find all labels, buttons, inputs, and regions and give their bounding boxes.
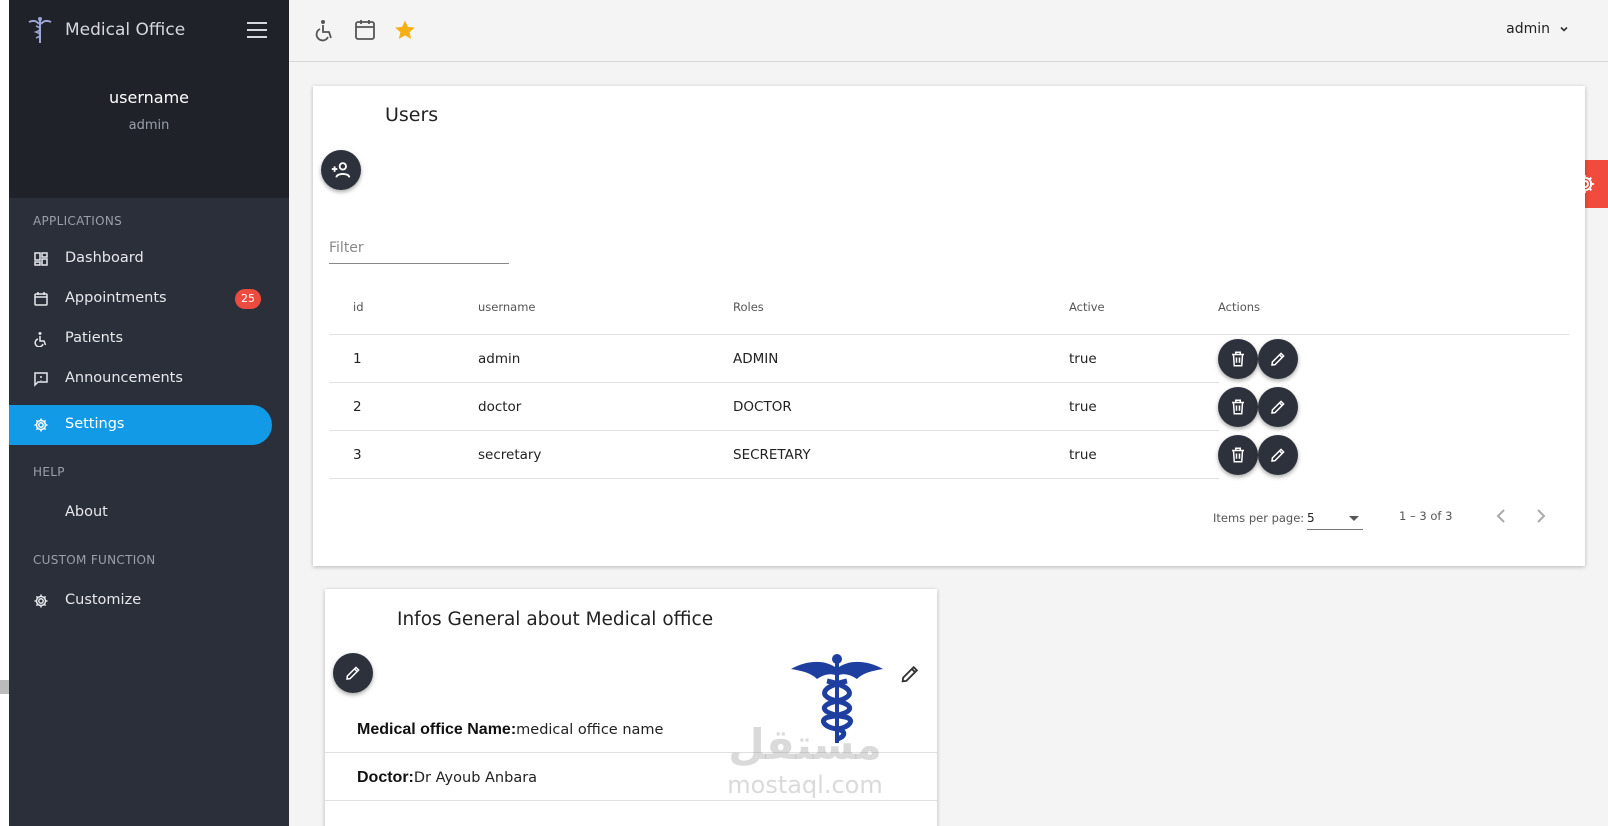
sidebar-item-label: Patients xyxy=(65,330,124,346)
add-user-icon xyxy=(331,162,351,178)
dashboard-icon xyxy=(34,252,48,266)
trash-icon xyxy=(1232,351,1244,367)
column-header-roles[interactable]: Roles xyxy=(733,300,764,314)
users-card: Users id username Roles Active Actions 1… xyxy=(313,86,1585,566)
sidebar-item-label: Settings xyxy=(65,416,125,432)
cell-username: doctor xyxy=(478,399,522,415)
items-per-page-label: Items per page: xyxy=(1213,511,1305,525)
column-header-username[interactable]: username xyxy=(478,300,536,314)
sidebar-item-about[interactable]: About xyxy=(9,493,272,533)
star-icon[interactable] xyxy=(393,18,417,42)
sidebar-item-label: Customize xyxy=(65,592,142,608)
office-info-card: Infos General about Medical office Medic… xyxy=(325,589,937,826)
page-size-select[interactable]: 5 xyxy=(1307,504,1363,530)
top-toolbar: admin xyxy=(289,0,1608,62)
delete-user-button[interactable] xyxy=(1218,435,1258,475)
column-header-actions: Actions xyxy=(1218,300,1261,314)
info-row-office-name: Medical office Name:medical office name xyxy=(325,705,937,753)
sidebar: Medical Office username admin APPLICATIO… xyxy=(0,0,289,826)
cell-active: true xyxy=(1069,399,1097,415)
sidebar-item-announcements[interactable]: Announcements xyxy=(9,359,272,399)
section-title-help: HELP xyxy=(33,465,65,479)
doctor-label: Doctor: xyxy=(357,769,414,786)
delete-user-button[interactable] xyxy=(1218,387,1258,427)
next-page-button[interactable] xyxy=(1529,504,1553,528)
paginator: Items per page: 5 1 – 3 of 3 xyxy=(313,502,1585,532)
window-edge xyxy=(0,0,9,826)
edit-user-button[interactable] xyxy=(1258,339,1298,379)
table-row: 3 secretary SECRETARY true xyxy=(329,431,1569,479)
cell-roles: DOCTOR xyxy=(733,399,792,415)
info-row-doctor: Doctor:Dr Ayoub Anbara xyxy=(325,753,937,801)
user-role: admin xyxy=(128,118,170,133)
wheelchair-icon[interactable] xyxy=(313,18,337,42)
column-header-id[interactable]: id xyxy=(353,300,364,314)
pencil-icon xyxy=(346,666,360,680)
sidebar-item-customize[interactable]: Customize xyxy=(9,581,272,621)
trash-icon xyxy=(1232,399,1244,415)
dropdown-caret-icon xyxy=(1349,516,1359,521)
user-menu-label: admin xyxy=(1506,21,1550,37)
cell-roles: ADMIN xyxy=(733,351,779,367)
app-title: Medical Office xyxy=(65,20,186,40)
wheelchair-icon xyxy=(34,332,47,347)
trash-icon xyxy=(1232,447,1244,463)
sidebar-item-label: Announcements xyxy=(65,370,183,386)
previous-page-button[interactable] xyxy=(1489,504,1513,528)
office-name-value: medical office name xyxy=(516,722,664,738)
sidebar-item-appointments[interactable]: Appointments 25 xyxy=(9,279,272,319)
column-header-active[interactable]: Active xyxy=(1069,300,1105,314)
cell-roles: SECRETARY xyxy=(733,447,811,463)
section-title-applications: APPLICATIONS xyxy=(33,214,123,228)
doctor-value: Dr Ayoub Anbara xyxy=(413,770,538,786)
edit-user-button[interactable] xyxy=(1258,435,1298,475)
filter-field[interactable] xyxy=(329,234,509,264)
cell-id: 1 xyxy=(353,351,362,367)
delete-user-button[interactable] xyxy=(1218,339,1258,379)
office-name-label: Medical office Name: xyxy=(357,721,517,738)
sidebar-item-label: Dashboard xyxy=(65,250,144,266)
cell-active: true xyxy=(1069,447,1097,463)
add-user-button[interactable] xyxy=(321,150,361,190)
cell-username: admin xyxy=(478,351,521,367)
sidebar-header: Medical Office username admin xyxy=(9,0,289,198)
caduceus-logo-icon xyxy=(28,17,52,43)
edit-office-info-button[interactable] xyxy=(333,653,373,693)
edit-user-button[interactable] xyxy=(1258,387,1298,427)
cell-active: true xyxy=(1069,351,1097,367)
sidebar-item-dashboard[interactable]: Dashboard xyxy=(9,239,272,279)
chevron-down-icon xyxy=(1560,26,1568,32)
sidebar-item-label: About xyxy=(65,504,108,520)
cell-id: 3 xyxy=(353,447,362,463)
table-row: 1 admin ADMIN true xyxy=(329,335,1569,383)
cell-id: 2 xyxy=(353,399,362,415)
sidebar-item-patients[interactable]: Patients xyxy=(9,319,272,359)
gear-icon xyxy=(34,418,48,432)
pencil-icon xyxy=(1271,352,1285,366)
filter-input[interactable] xyxy=(329,234,509,262)
pencil-icon xyxy=(1271,448,1285,462)
calendar-icon[interactable] xyxy=(353,18,377,42)
pencil-icon xyxy=(1271,400,1285,414)
users-title: Users xyxy=(385,104,439,126)
office-info-title: Infos General about Medical office xyxy=(397,609,714,630)
appointments-count-badge: 25 xyxy=(235,289,261,309)
sidebar-item-label: Appointments xyxy=(65,290,167,306)
cell-username: secretary xyxy=(478,447,542,463)
edit-logo-icon[interactable] xyxy=(899,663,921,685)
user-name: username xyxy=(109,88,189,107)
page-size-value: 5 xyxy=(1307,511,1315,525)
sidebar-item-settings[interactable]: Settings xyxy=(9,405,272,445)
section-title-custom-function: CUSTOM FUNCTION xyxy=(33,553,156,567)
menu-toggle-icon[interactable] xyxy=(247,22,267,38)
user-menu-button[interactable]: admin xyxy=(1506,21,1570,37)
calendar-icon xyxy=(34,292,48,306)
announcement-icon xyxy=(34,372,48,387)
gear-icon xyxy=(34,594,48,608)
page-range-label: 1 – 3 of 3 xyxy=(1399,509,1453,523)
table-row: 2 doctor DOCTOR true xyxy=(329,383,1569,431)
